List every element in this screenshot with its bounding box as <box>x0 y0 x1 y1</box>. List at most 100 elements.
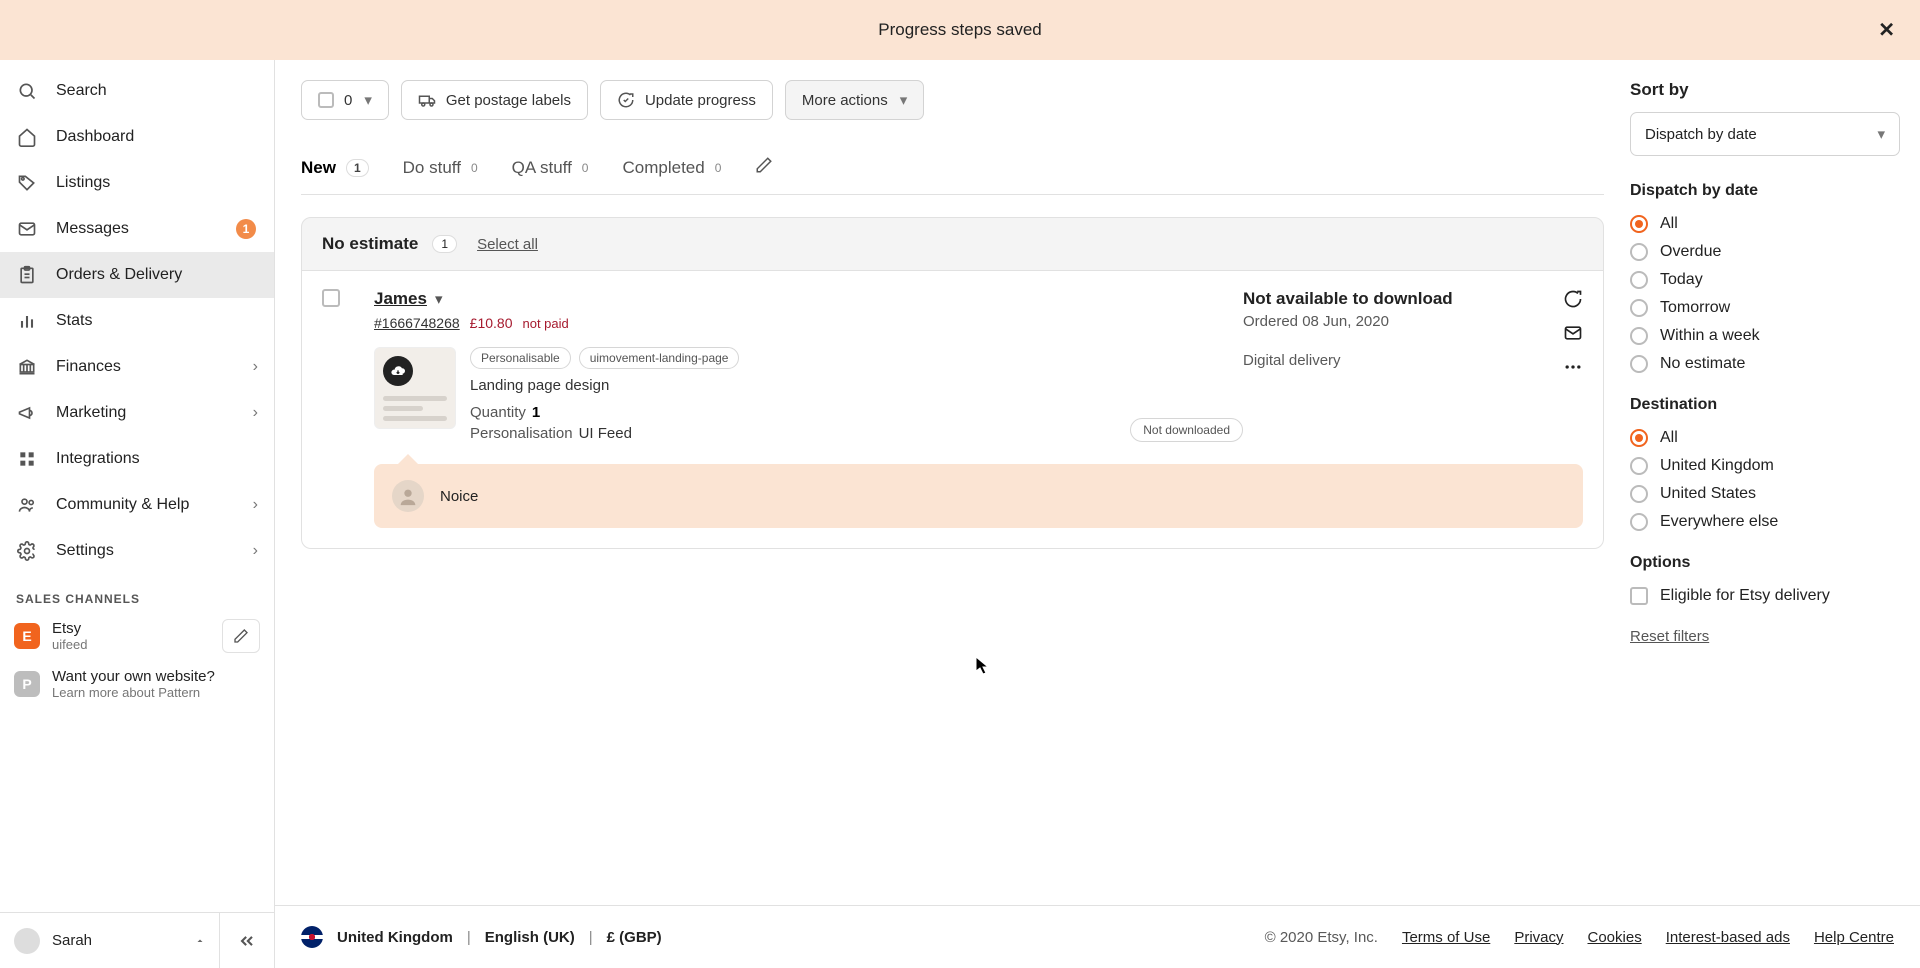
messages-badge: 1 <box>236 219 256 239</box>
user-name: Sarah <box>52 932 92 949</box>
tab-label: QA stuff <box>512 158 572 178</box>
group-header: No estimate 1 Select all <box>301 217 1604 271</box>
toast-message: Progress steps saved <box>878 20 1041 40</box>
download-status: Not available to download <box>1243 289 1543 309</box>
tab-new[interactable]: New 1 <box>301 148 369 194</box>
message-icon[interactable] <box>1563 323 1583 343</box>
more-icon[interactable] <box>1563 357 1583 377</box>
tab-completed[interactable]: Completed 0 <box>622 148 721 194</box>
more-actions-button[interactable]: More actions ▾ <box>785 80 924 120</box>
footer-link-help[interactable]: Help Centre <box>1814 929 1894 946</box>
sidebar-item-community[interactable]: Community & Help › <box>0 482 274 528</box>
tab-dostuff[interactable]: Do stuff 0 <box>403 148 478 194</box>
sidebar-item-search[interactable]: Search <box>0 68 274 114</box>
tab-count: 0 <box>715 161 722 175</box>
home-icon <box>16 126 38 148</box>
collapse-sidebar-button[interactable] <box>219 912 274 968</box>
select-all-link[interactable]: Select all <box>477 236 538 253</box>
radio-today[interactable]: Today <box>1630 266 1900 294</box>
sidebar-item-integrations[interactable]: Integrations <box>0 436 274 482</box>
radio-label: Overdue <box>1660 243 1721 261</box>
select-count-dropdown[interactable]: 0 ▾ <box>301 80 389 120</box>
close-icon[interactable]: ✕ <box>1878 18 1895 43</box>
edit-tabs-button[interactable] <box>755 156 773 186</box>
radio-all[interactable]: All <box>1630 210 1900 238</box>
pencil-icon <box>755 156 773 174</box>
radio-label: All <box>1660 215 1678 233</box>
section-label: SALES CHANNELS <box>0 574 274 612</box>
paid-status: not paid <box>522 316 568 331</box>
reset-filters-link[interactable]: Reset filters <box>1630 628 1709 645</box>
tag-personalisable: Personalisable <box>470 347 571 369</box>
chevron-down-icon[interactable]: ▾ <box>435 290 443 308</box>
radio-icon <box>1630 457 1648 475</box>
user-menu[interactable]: Sarah <box>0 912 220 968</box>
sidebar-item-label: Community & Help <box>56 496 189 514</box>
order-card: James ▾ #1666748268 £10.80 not paid <box>301 271 1604 549</box>
chevron-down-icon: ▾ <box>1877 125 1885 143</box>
grid-icon <box>16 448 38 470</box>
postage-labels-button[interactable]: Get postage labels <box>401 80 588 120</box>
chevron-right-icon: › <box>253 496 258 514</box>
buyer-name-link[interactable]: James <box>374 289 427 309</box>
footer-link-cookies[interactable]: Cookies <box>1588 929 1642 946</box>
radio-label: Within a week <box>1660 327 1760 345</box>
checkbox-icon <box>318 92 334 108</box>
sidebar-item-listings[interactable]: Listings <box>0 160 274 206</box>
tag-icon <box>16 172 38 194</box>
sidebar-item-label: Marketing <box>56 404 126 422</box>
channel-title: Etsy <box>52 620 87 637</box>
sidebar-item-settings[interactable]: Settings › <box>0 528 274 574</box>
sidebar-item-dashboard[interactable]: Dashboard <box>0 114 274 160</box>
sidebar-item-label: Listings <box>56 174 110 192</box>
order-id-link[interactable]: #1666748268 <box>374 315 460 331</box>
radio-icon <box>1630 355 1648 373</box>
radio-dest-all[interactable]: All <box>1630 424 1900 452</box>
radio-label: No estimate <box>1660 355 1745 373</box>
pers-value: UI Feed <box>579 425 632 442</box>
footer-currency[interactable]: £ (GBP) <box>607 929 662 946</box>
mail-icon <box>16 218 38 240</box>
footer-link-privacy[interactable]: Privacy <box>1514 929 1563 946</box>
radio-tomorrow[interactable]: Tomorrow <box>1630 294 1900 322</box>
qty-value: 1 <box>532 404 540 421</box>
radio-dest-uk[interactable]: United Kingdom <box>1630 452 1900 480</box>
edit-channel-button[interactable] <box>222 619 260 653</box>
radio-dest-else[interactable]: Everywhere else <box>1630 508 1900 536</box>
footer-link-ads[interactable]: Interest-based ads <box>1666 929 1790 946</box>
chevron-down-icon: ▾ <box>900 91 908 109</box>
button-label: Get postage labels <box>446 92 571 109</box>
radio-week[interactable]: Within a week <box>1630 322 1900 350</box>
download-icon <box>383 356 413 386</box>
sidebar-item-marketing[interactable]: Marketing › <box>0 390 274 436</box>
chevron-right-icon: › <box>253 404 258 422</box>
sidebar-item-stats[interactable]: Stats <box>0 298 274 344</box>
channel-etsy[interactable]: E Etsy uifeed <box>0 612 274 660</box>
checkbox-eligible[interactable]: Eligible for Etsy delivery <box>1630 582 1900 610</box>
update-progress-button[interactable]: Update progress <box>600 80 773 120</box>
channel-icon: P <box>14 671 40 697</box>
radio-dest-us[interactable]: United States <box>1630 480 1900 508</box>
tab-qastuff[interactable]: QA stuff 0 <box>512 148 589 194</box>
radio-overdue[interactable]: Overdue <box>1630 238 1900 266</box>
order-checkbox[interactable] <box>322 289 340 307</box>
footer-link-terms[interactable]: Terms of Use <box>1402 929 1490 946</box>
footer: United Kingdom | English (UK) | £ (GBP) … <box>275 905 1920 968</box>
pencil-icon <box>233 628 249 644</box>
product-thumbnail[interactable] <box>374 347 456 429</box>
sidebar-item-orders[interactable]: Orders & Delivery <box>0 252 274 298</box>
sort-select[interactable]: Dispatch by date ▾ <box>1630 112 1900 156</box>
sidebar-item-messages[interactable]: Messages 1 <box>0 206 274 252</box>
refresh-icon[interactable] <box>1563 289 1583 309</box>
sidebar-item-label: Orders & Delivery <box>56 266 182 284</box>
footer-country[interactable]: United Kingdom <box>337 929 453 946</box>
tabs: New 1 Do stuff 0 QA stuff 0 Completed 0 <box>301 148 1604 195</box>
footer-language[interactable]: English (UK) <box>485 929 575 946</box>
radio-label: All <box>1660 429 1678 447</box>
sidebar-item-label: Integrations <box>56 450 140 468</box>
channel-pattern[interactable]: P Want your own website? Learn more abou… <box>0 660 274 708</box>
search-icon <box>16 80 38 102</box>
radio-noestimate[interactable]: No estimate <box>1630 350 1900 378</box>
progress-icon <box>617 91 635 109</box>
sidebar-item-finances[interactable]: Finances › <box>0 344 274 390</box>
